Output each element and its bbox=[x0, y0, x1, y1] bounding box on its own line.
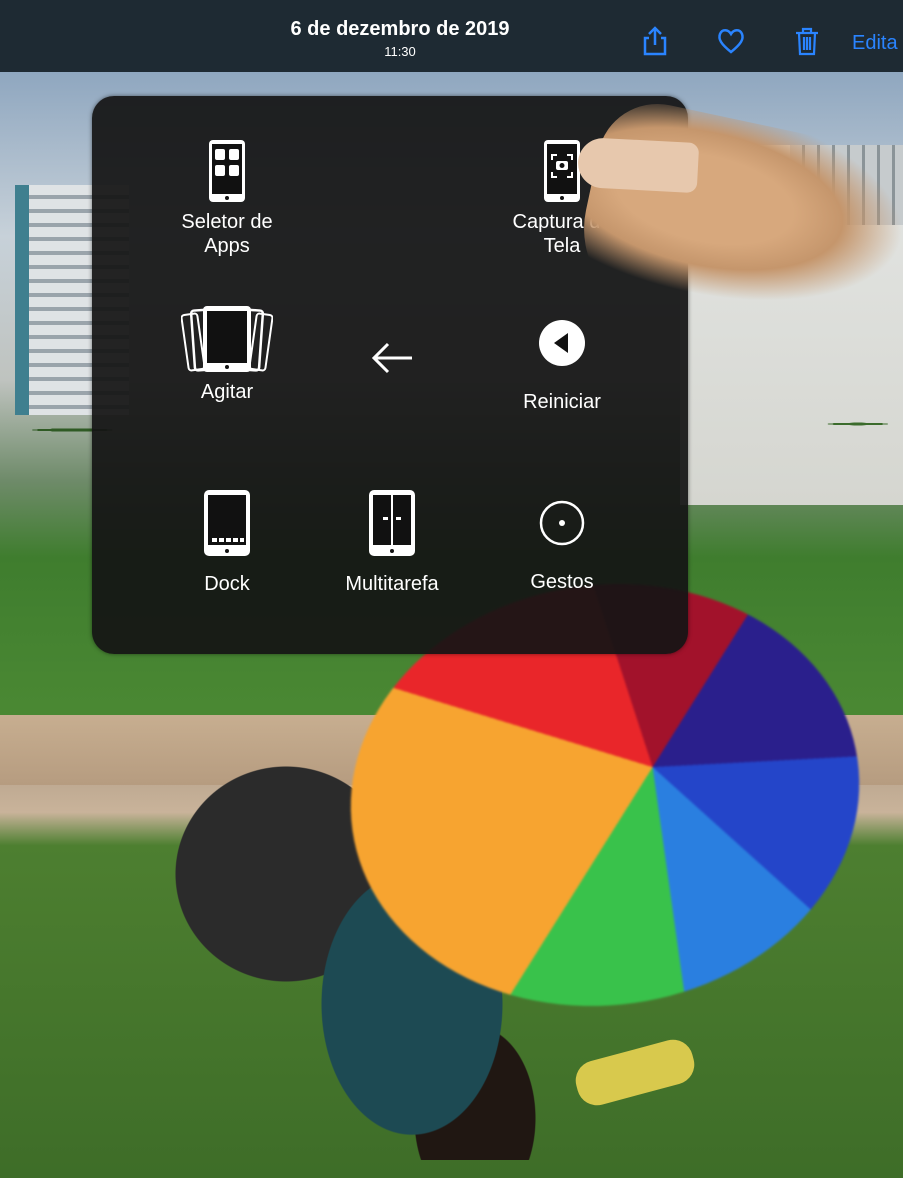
dock-label: Dock bbox=[204, 573, 250, 595]
multitasking-item[interactable]: Multitarefa bbox=[302, 488, 482, 596]
shake-item[interactable]: Agitar bbox=[137, 304, 317, 404]
app-switcher-icon bbox=[209, 140, 245, 202]
dock-icon bbox=[204, 490, 250, 556]
gestures-item[interactable]: Gestos bbox=[472, 498, 652, 594]
app-switcher-label: Seletor de Apps bbox=[181, 211, 273, 257]
trash-icon[interactable] bbox=[792, 26, 822, 56]
multitasking-label: Multitarefa bbox=[345, 573, 439, 595]
restart-label: Reiniciar bbox=[523, 391, 601, 413]
photo-time: 11:30 bbox=[384, 44, 416, 59]
screenshot-icon bbox=[544, 140, 580, 202]
back-arrow-icon bbox=[371, 342, 412, 374]
app-switcher-item[interactable]: Seletor de Apps bbox=[137, 138, 317, 258]
back-item[interactable] bbox=[302, 341, 482, 381]
heart-icon[interactable] bbox=[716, 26, 746, 56]
photo-viewer: 6 de dezembro de 2019 11:30 Edita Seleto… bbox=[0, 0, 903, 1178]
restart-icon bbox=[539, 320, 585, 366]
photo-date: 6 de dezembro de 2019 bbox=[290, 18, 510, 40]
shake-icon bbox=[181, 306, 273, 372]
multitasking-icon bbox=[369, 490, 415, 556]
shake-label: Agitar bbox=[200, 381, 254, 403]
dock-item[interactable]: Dock bbox=[137, 488, 317, 596]
top-bar: 6 de dezembro de 2019 11:30 Edita bbox=[0, 0, 903, 72]
restart-item[interactable]: Reiniciar bbox=[472, 318, 652, 414]
gestures-label: Gestos bbox=[530, 571, 594, 593]
gestures-icon bbox=[539, 500, 585, 546]
edit-button[interactable]: Edita bbox=[852, 32, 898, 55]
fingernail bbox=[576, 136, 700, 194]
share-icon[interactable] bbox=[640, 26, 670, 56]
